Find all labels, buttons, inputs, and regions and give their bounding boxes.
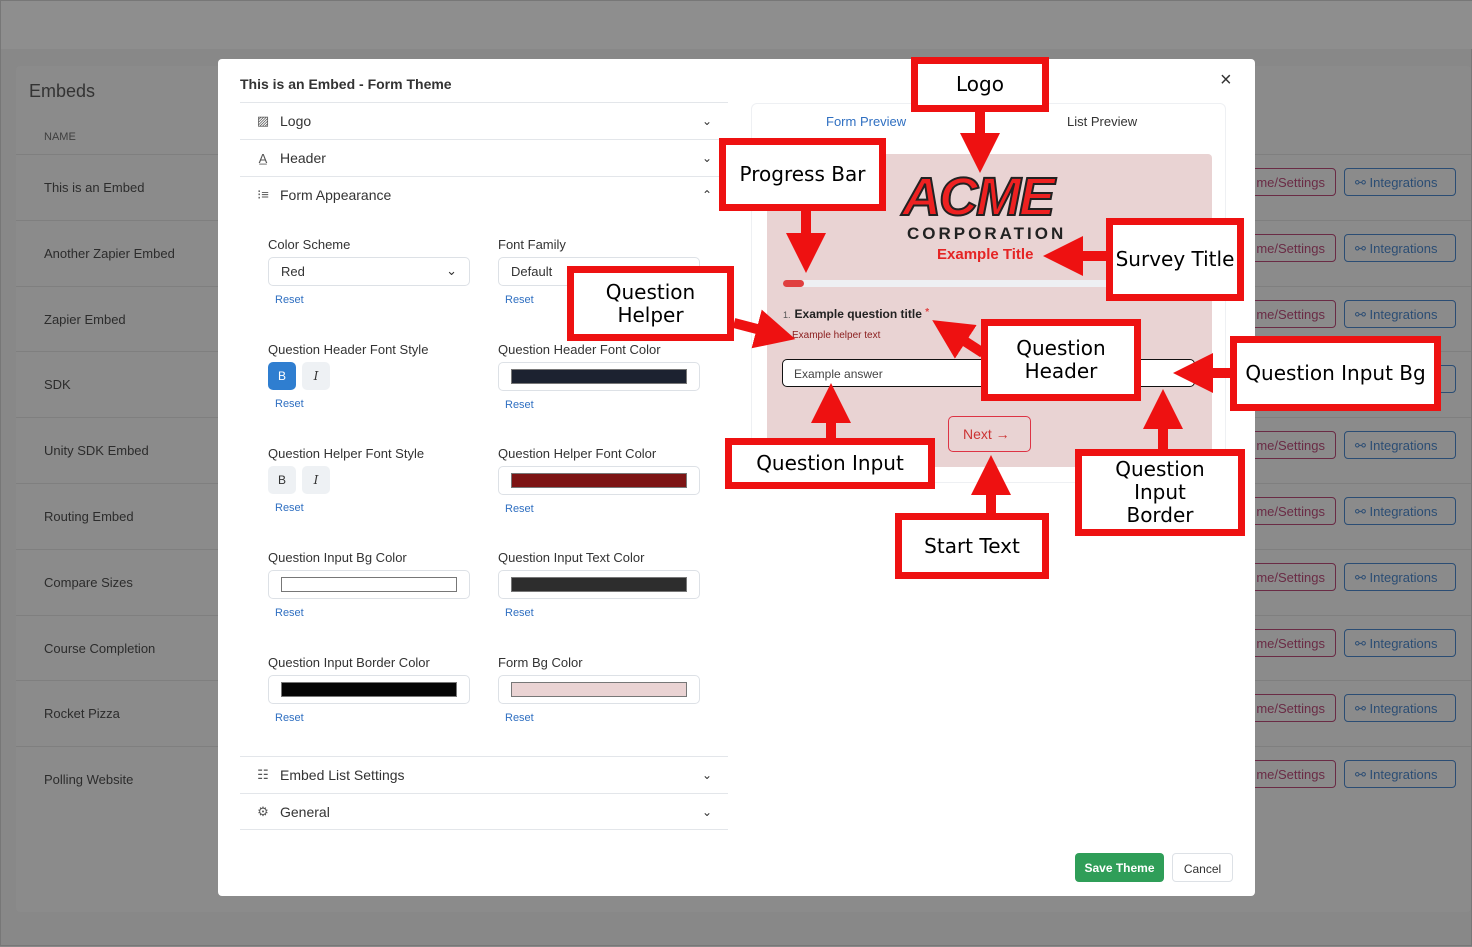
annotation-survey-title: Survey Title — [1106, 218, 1244, 301]
arrow-header — [932, 320, 986, 359]
annotation-label: Question Header — [1016, 336, 1106, 383]
annotation-start-text: Start Text — [895, 513, 1049, 579]
annotation-label: Question Helper — [605, 279, 696, 327]
annotation-label: Progress Bar — [739, 162, 866, 186]
annotation-label: Question Input Bg — [1245, 361, 1426, 385]
arrow-helper — [732, 309, 796, 349]
annotation-question-input-bg: Question Input Bg — [1230, 336, 1441, 411]
annotation-label: Survey Title — [1115, 247, 1235, 271]
annotation-question-input: Question Input — [725, 438, 935, 489]
annotation-label: Question Input Border — [1115, 457, 1205, 527]
annotation-question-helper: Question Helper — [567, 266, 734, 341]
annotation-progress-bar: Progress Bar — [719, 138, 886, 211]
annotation-label: Logo — [956, 72, 1004, 96]
annotation-label: Question Input — [756, 451, 904, 475]
annotation-question-input-border: Question Input Border — [1075, 449, 1245, 536]
annotation-label: Start Text — [924, 533, 1020, 558]
annotation-logo: Logo — [911, 57, 1049, 112]
annotation-question-header: Question Header — [981, 319, 1141, 401]
